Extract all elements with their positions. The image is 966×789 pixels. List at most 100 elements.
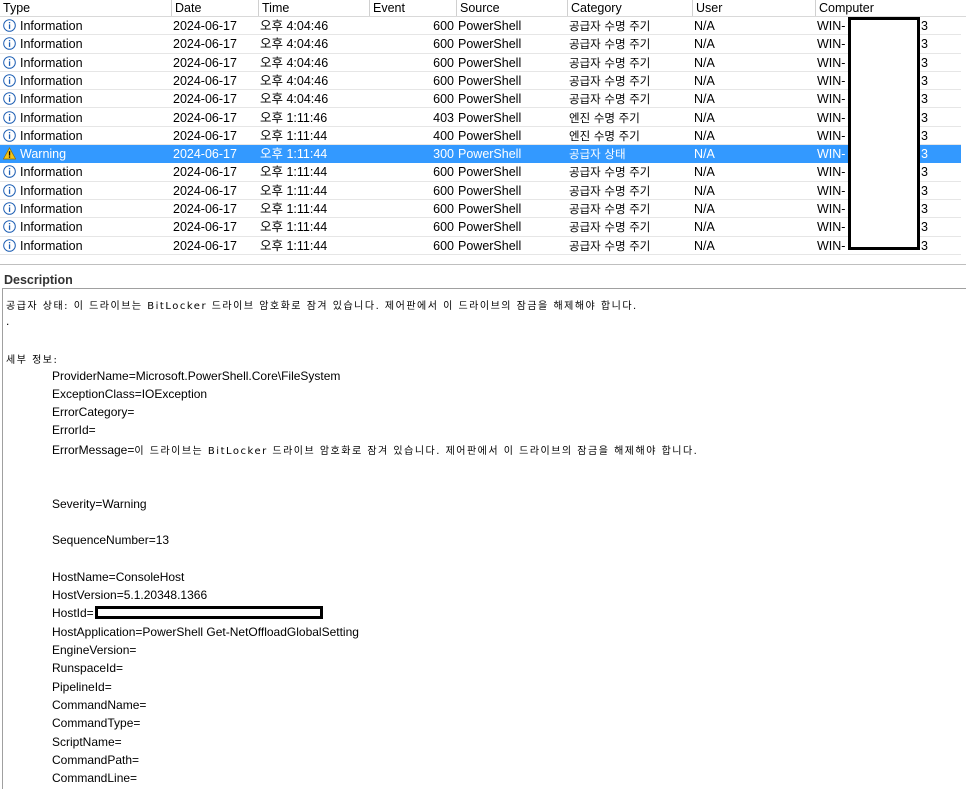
table-row[interactable]: Information 2024-06-17 오후 4:04:46 600 PowerS… <box>0 35 961 54</box>
error-message-value: 이 드라이브는 BitLocker 드라이브 암호화로 잠겨 있습니다. 제어판… <box>134 446 699 457</box>
cell-event: 600 <box>433 19 454 33</box>
redaction-box-host-id <box>95 606 323 619</box>
cell-source: PowerShell <box>458 37 522 52</box>
type-label: Warning <box>20 147 67 162</box>
type-label: Information <box>20 37 83 52</box>
table-row[interactable]: Information 2024-06-17 오후 1:11:44 600 PowerS… <box>0 237 961 255</box>
column-header-event[interactable]: Event <box>370 0 457 16</box>
cell-event: 600 <box>433 37 454 52</box>
cell-time: 오후 4:04:46 <box>260 92 329 107</box>
table-row[interactable]: Information 2024-06-17 오후 1:11:44 600 PowerS… <box>0 218 961 237</box>
cell-user: N/A <box>694 92 715 107</box>
details-header: 세부 정보: <box>6 355 59 366</box>
cell-date: 2024-06-17 <box>173 128 237 143</box>
cell-type: Information <box>3 109 168 127</box>
info-icon <box>3 110 20 125</box>
cell-category: 공급자 상태 <box>569 147 626 162</box>
cell-category: 공급자 수명 주기 <box>569 73 651 88</box>
cell-type: Information <box>3 35 168 53</box>
detail-sequence-number: SequenceNumber=13 <box>52 533 170 547</box>
cell-computer-tail: 3 <box>921 37 928 52</box>
info-icon <box>3 220 20 234</box>
detail-error-message: ErrorMessage=이 드라이브는 BitLocker 드라이브 암호화로… <box>52 442 698 457</box>
cell-type: Information <box>3 90 168 108</box>
cell-computer-tail: 3 <box>921 183 928 198</box>
table-row[interactable]: Information 2024-06-17 오후 4:04:46 600 PowerS… <box>0 17 961 36</box>
table-row[interactable]: Warning 2024-06-17 오후 1:11:44 300 PowerShell… <box>0 145 961 164</box>
cell-date: 2024-06-17 <box>173 147 237 162</box>
cell-time: 오후 1:11:44 <box>260 220 328 235</box>
cell-computer-tail: 3 <box>921 238 928 253</box>
cell-source: PowerShell <box>458 19 522 33</box>
cell-date: 2024-06-17 <box>173 202 237 216</box>
detail-host-application: HostApplication=PowerShell Get-NetOffloa… <box>52 625 359 639</box>
cell-time: 오후 1:11:44 <box>260 165 328 180</box>
cell-user: N/A <box>694 73 715 88</box>
cell-event: 600 <box>433 183 454 198</box>
type-label: Information <box>20 238 83 253</box>
cell-time: 오후 1:11:44 <box>260 147 328 162</box>
column-header-date[interactable]: Date <box>172 0 259 16</box>
cell-date: 2024-06-17 <box>173 238 237 253</box>
column-header-user[interactable]: User <box>693 0 816 16</box>
column-header-source[interactable]: Source <box>457 0 568 16</box>
column-header-computer[interactable]: Computer <box>816 0 966 16</box>
cell-date: 2024-06-17 <box>173 165 237 180</box>
cell-event: 600 <box>433 92 454 107</box>
cell-time: 오후 4:04:46 <box>260 73 329 88</box>
description-summary: 공급자 상태: 이 드라이브는 BitLocker 드라이브 암호화로 잠겨 있… <box>6 301 638 312</box>
detail-exception-class: ExceptionClass=IOException <box>52 387 208 401</box>
cell-source: PowerShell <box>458 147 522 162</box>
table-row[interactable]: Information 2024-06-17 오후 4:04:46 600 PowerS… <box>0 72 961 91</box>
cell-type: Information <box>3 17 168 35</box>
cell-computer-tail: 3 <box>921 55 928 70</box>
detail-provider-name: ProviderName=Microsoft.PowerShell.Core\F… <box>52 369 341 383</box>
table-row[interactable]: Information 2024-06-17 오후 1:11:44 600 PowerS… <box>0 182 961 200</box>
cell-category: 엔진 수명 주기 <box>569 110 640 125</box>
type-label: Information <box>20 183 83 198</box>
detail-severity: Severity=Warning <box>52 497 147 511</box>
table-row[interactable]: Information 2024-06-17 오후 4:04:46 600 PowerS… <box>0 90 961 109</box>
type-label: Information <box>20 73 83 88</box>
cell-user: N/A <box>694 110 715 125</box>
table-row[interactable]: Information 2024-06-17 오후 1:11:44 400 PowerS… <box>0 127 961 146</box>
table-row[interactable]: Information 2024-06-17 오후 1:11:44 600 PowerS… <box>0 163 961 182</box>
table-row[interactable]: Information 2024-06-17 오후 4:04:46 600 PowerS… <box>0 54 961 72</box>
detail-error-id: ErrorId= <box>52 423 96 437</box>
cell-category: 공급자 수명 주기 <box>569 165 651 180</box>
cell-time: 오후 1:11:46 <box>260 110 328 125</box>
cell-date: 2024-06-17 <box>173 183 237 198</box>
detail-host-version: HostVersion=5.1.20348.1366 <box>52 588 208 602</box>
cell-source: PowerShell <box>458 238 522 253</box>
cell-category: 공급자 수명 주기 <box>569 220 651 235</box>
column-header-category[interactable]: Category <box>568 0 693 16</box>
column-header-type[interactable]: Type <box>0 0 172 16</box>
info-icon <box>3 128 20 143</box>
detail-command-path: CommandPath= <box>52 753 140 767</box>
table-row[interactable]: Information 2024-06-17 오후 1:11:46 403 PowerS… <box>0 109 961 127</box>
column-header-bar: Type Date Time Event Source Category Use… <box>0 0 966 17</box>
info-icon <box>3 55 20 70</box>
cell-source: PowerShell <box>458 110 522 125</box>
type-label: Information <box>20 220 83 235</box>
cell-date: 2024-06-17 <box>173 92 237 107</box>
info-icon <box>3 37 20 51</box>
cell-time: 오후 4:04:46 <box>260 55 329 70</box>
detail-error-category: ErrorCategory= <box>52 405 135 419</box>
cell-computer-tail: 3 <box>921 73 928 88</box>
cell-source: PowerShell <box>458 202 522 216</box>
table-row[interactable]: Information 2024-06-17 오후 1:11:44 600 PowerS… <box>0 200 961 219</box>
cell-source: PowerShell <box>458 73 522 88</box>
cell-time: 오후 1:11:44 <box>260 202 328 216</box>
cell-date: 2024-06-17 <box>173 19 237 33</box>
cell-computer-tail: 3 <box>921 19 928 33</box>
column-header-time[interactable]: Time <box>259 0 370 16</box>
cell-user: N/A <box>694 165 715 180</box>
cell-type: Information <box>3 72 168 90</box>
info-icon <box>3 165 20 179</box>
info-icon <box>3 183 20 198</box>
cell-event: 600 <box>433 55 454 70</box>
cell-event: 600 <box>433 165 454 180</box>
cell-computer-tail: 3 <box>921 110 928 125</box>
cell-event: 600 <box>433 202 454 216</box>
